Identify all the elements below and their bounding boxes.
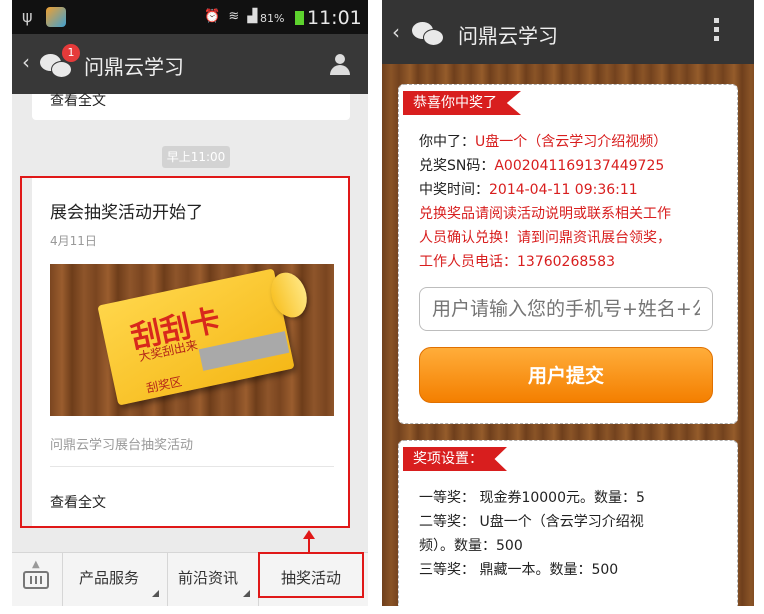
alarm-wifi-signal-icons: ⏰ ≋ ▟ <box>204 9 260 24</box>
caret-up-icon: ▲ <box>32 559 40 570</box>
settings-ribbon: 奖项设置： <box>403 447 507 471</box>
submenu-indicator-icon <box>152 590 159 597</box>
menu-frontier-news[interactable]: 前沿资讯 <box>168 553 259 606</box>
keyboard-icon <box>23 571 49 589</box>
app-notification-icon <box>46 7 66 27</box>
previous-read-more[interactable]: 查看全文 <box>50 90 106 110</box>
profile-icon[interactable] <box>330 54 350 76</box>
prize-tier-line: 三等奖： 鼎藏一本。数量：500 <box>419 562 619 578</box>
time-label: 中奖时间： <box>419 182 489 198</box>
chat-title: 问鼎云学习 <box>84 55 184 79</box>
prize-sn-line: 兑奖SN码：A002041169137449725 <box>419 155 664 175</box>
prize-header: ‹ 问鼎云学习 <box>382 0 754 64</box>
notice-line: 人员确认兑换！请到问鼎资讯展台领奖， <box>419 230 671 246</box>
prize-tier-line: 频）。数量：500 <box>419 538 523 554</box>
battery-icon <box>295 11 304 25</box>
chat-header: ‹ 1 问鼎云学习 <box>12 34 368 94</box>
arrow-line <box>308 538 310 552</box>
back-button[interactable]: ‹ <box>392 20 400 44</box>
won-value: U盘一个（含云学习介绍视频） <box>475 134 668 150</box>
more-options-icon[interactable] <box>714 18 720 45</box>
prize-panel: 恭喜你中奖了 你中了：U盘一个（含云学习介绍视频） 兑奖SN码：A0020411… <box>398 84 738 424</box>
sn-value: A002041169137449725 <box>494 158 665 174</box>
prize-tier-line: 二等奖： U盘一个（含云学习介绍视 <box>419 514 644 530</box>
sn-label: 兑奖SN码： <box>419 158 495 174</box>
usb-icon: ψ <box>22 7 33 26</box>
notice-line: 工作人员电话：13760268583 <box>419 254 615 270</box>
prize-settings-panel: 奖项设置： 一等奖： 现金券10000元。数量：5 二等奖： U盘一个（含云学习… <box>398 440 738 606</box>
message-timestamp: 早上11:00 <box>162 146 230 168</box>
notice-line: 兑换奖品请阅读活动说明或联系相关工作 <box>419 206 671 222</box>
chat-screen: ψ ⏰ ≋ ▟ 81% 11:01 ‹ 1 问鼎云学习 查看全文 早上11:00… <box>12 0 368 606</box>
back-button[interactable]: ‹ <box>22 50 30 74</box>
prize-ribbon: 恭喜你中奖了 <box>403 91 521 115</box>
phone-name-input[interactable] <box>419 287 713 331</box>
menu-product-services[interactable]: 产品服务 <box>63 553 168 606</box>
submit-button[interactable]: 用户提交 <box>419 347 713 403</box>
highlight-box-message <box>20 176 350 528</box>
prize-won-line: 你中了：U盘一个（含云学习介绍视频） <box>419 131 667 151</box>
prize-screen: ‹ 问鼎云学习 恭喜你中奖了 你中了：U盘一个（含云学习介绍视频） 兑奖SN码：… <box>382 0 754 606</box>
menu-label: 前沿资讯 <box>178 569 239 587</box>
unread-badge: 1 <box>62 44 80 62</box>
battery-percent: 81% <box>260 12 285 25</box>
won-label: 你中了： <box>419 134 475 150</box>
highlight-box-menu <box>258 552 364 598</box>
prize-tier-line: 一等奖： 现金券10000元。数量：5 <box>419 490 645 506</box>
submenu-indicator-icon <box>243 590 250 597</box>
wechat-icon <box>412 20 444 46</box>
status-bar: ψ ⏰ ≋ ▟ 81% 11:01 <box>12 0 368 34</box>
time-value: 2014-04-11 09:36:11 <box>489 182 638 198</box>
page-title: 问鼎云学习 <box>458 24 558 48</box>
menu-label: 产品服务 <box>79 569 140 587</box>
previous-message-card[interactable]: 查看全文 <box>32 93 350 120</box>
prize-time-line: 中奖时间：2014-04-11 09:36:11 <box>419 179 638 199</box>
clock: 11:01 <box>307 7 362 29</box>
keyboard-toggle-button[interactable]: ▲ <box>12 553 63 606</box>
